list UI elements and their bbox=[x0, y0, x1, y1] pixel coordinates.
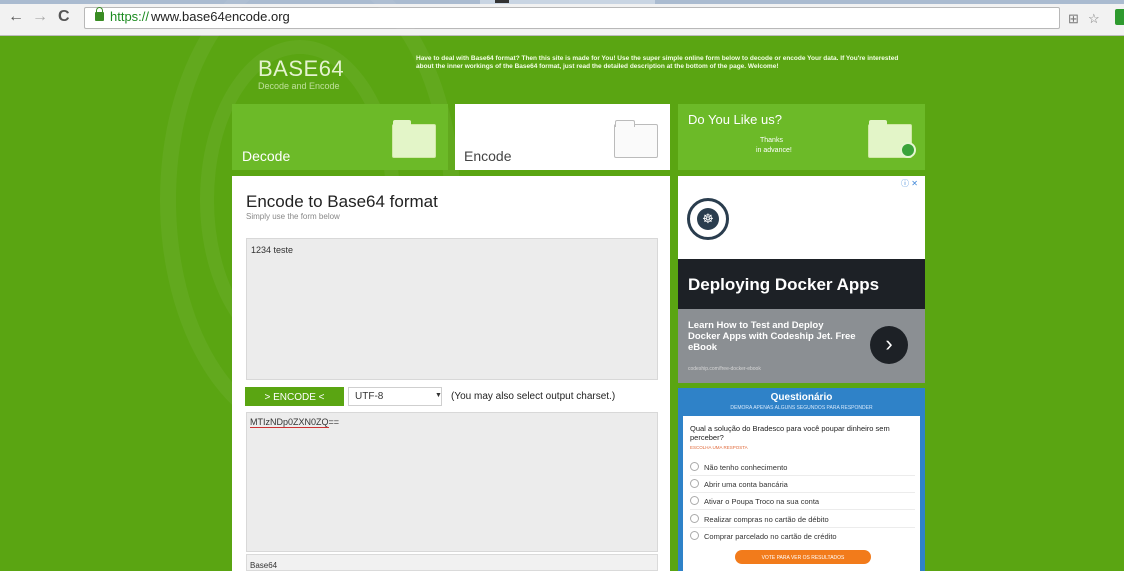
radio-icon[interactable] bbox=[690, 531, 699, 540]
page-title: Encode to Base64 format bbox=[246, 192, 438, 211]
url-scheme: https:// bbox=[110, 9, 150, 24]
translate-icon[interactable]: ⊞ bbox=[1068, 11, 1079, 27]
charset-hint: (You may also select output charset.) bbox=[451, 391, 616, 402]
like-us-title: Do You Like us? bbox=[688, 112, 782, 127]
ad-close-icon[interactable]: ⓘ ✕ bbox=[901, 178, 918, 189]
lock-icon bbox=[95, 7, 104, 21]
questionnaire-subtitle: DEMORA APENAS ALGUNS SEGUNDOS PARA RESPO… bbox=[730, 405, 873, 411]
reload-icon[interactable]: C bbox=[58, 8, 70, 26]
bookmark-star-icon[interactable]: ☆ bbox=[1088, 11, 1100, 27]
radio-icon[interactable] bbox=[690, 496, 699, 505]
like-us-tile[interactable]: Do You Like us? Thanks in advance! bbox=[678, 104, 925, 170]
radio-icon[interactable] bbox=[690, 462, 699, 471]
quiz-option[interactable]: Não tenho conhecimento bbox=[690, 462, 787, 472]
input-textarea[interactable]: 1234 teste bbox=[246, 238, 658, 380]
radio-icon[interactable] bbox=[690, 514, 699, 523]
folder-icon bbox=[614, 120, 658, 158]
new-tab-handle[interactable] bbox=[495, 0, 509, 3]
folder-icon bbox=[392, 120, 436, 158]
quiz-option[interactable]: Comprar parcelado no cartão de crédito bbox=[690, 531, 837, 541]
encode-tab-label: Encode bbox=[464, 148, 512, 164]
quiz-option-label: Realizar compras no cartão de débito bbox=[704, 515, 829, 524]
ad-domain: codeship.com/free-docker-ebook bbox=[688, 366, 761, 372]
vote-button[interactable]: VOTE PARA VER OS RESULTADOS bbox=[735, 550, 871, 564]
page-subtitle: Simply use the form below bbox=[246, 212, 340, 221]
quiz-option[interactable]: Abrir uma conta bancária bbox=[690, 479, 788, 489]
ship-wheel-icon: ☸ bbox=[697, 208, 719, 230]
questionnaire-note: ESCOLHA UMA RESPOSTA bbox=[690, 445, 748, 450]
intro-text: Have to deal with Base64 format? Then th… bbox=[416, 55, 899, 70]
questionnaire-question: Qual a solução do Bradesco para você pou… bbox=[690, 424, 890, 442]
forward-arrow-icon[interactable]: → bbox=[32, 8, 48, 26]
result-value: MTIzNDp0ZXN0ZQ== bbox=[250, 417, 340, 428]
quiz-option-label: Abrir uma conta bancária bbox=[704, 480, 788, 489]
result-value-main: MTIzNDp0ZXN0ZQ bbox=[250, 417, 329, 428]
output-format-bar[interactable] bbox=[246, 554, 658, 571]
quiz-option-label: Comprar parcelado no cartão de crédito bbox=[704, 532, 837, 541]
divider bbox=[690, 527, 915, 528]
result-textarea[interactable] bbox=[246, 412, 658, 552]
site-tagline: Decode and Encode bbox=[258, 81, 340, 91]
globe-icon bbox=[900, 142, 916, 158]
encode-tab[interactable]: Encode bbox=[455, 104, 670, 170]
decode-tab-label: Decode bbox=[242, 148, 291, 164]
radio-icon[interactable] bbox=[690, 479, 699, 488]
quiz-option[interactable]: Ativar o Poupa Troco na sua conta bbox=[690, 496, 819, 506]
decode-tab[interactable]: Decode bbox=[232, 104, 448, 170]
divider bbox=[690, 509, 915, 510]
quiz-option[interactable]: Realizar compras no cartão de débito bbox=[690, 514, 829, 524]
charset-select[interactable]: UTF-8 bbox=[348, 387, 442, 406]
divider bbox=[690, 475, 915, 476]
site-logo[interactable]: BASE64 bbox=[258, 56, 344, 82]
ad-description: Learn How to Test and Deploy Docker Apps… bbox=[688, 320, 856, 353]
quiz-option-label: Não tenho conhecimento bbox=[704, 463, 788, 472]
encode-button[interactable]: > ENCODE < bbox=[245, 387, 344, 406]
quiz-option-label: Ativar o Poupa Troco na sua conta bbox=[704, 497, 820, 506]
divider bbox=[690, 492, 915, 493]
output-format-label: Base64 bbox=[250, 561, 278, 570]
result-value-padding: == bbox=[328, 417, 340, 427]
extension-icon[interactable] bbox=[1115, 9, 1124, 25]
back-arrow-icon[interactable]: ← bbox=[8, 8, 24, 26]
questionnaire-title: Questionário bbox=[770, 392, 833, 403]
like-us-thanks: Thanks bbox=[760, 137, 783, 144]
chevron-down-icon[interactable]: ▼ bbox=[435, 392, 442, 399]
like-us-advance: in advance! bbox=[756, 147, 792, 154]
ad-title[interactable]: Deploying Docker Apps bbox=[688, 275, 879, 295]
chevron-right-icon[interactable]: › bbox=[870, 326, 908, 364]
